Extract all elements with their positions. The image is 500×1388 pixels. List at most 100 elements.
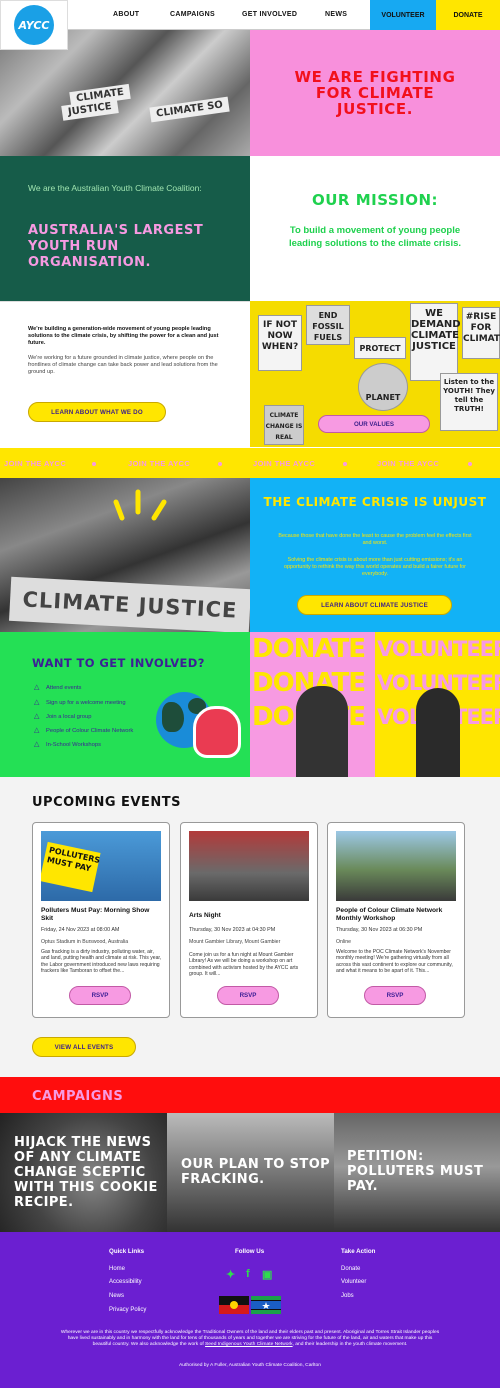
flame-bullet-icon: △ <box>34 741 40 748</box>
authorised-by: Authorised by A Fuller, Australian Youth… <box>179 1363 321 1368</box>
get-involved-item[interactable]: △ Sign up for a welcome meeting <box>34 699 126 706</box>
learn-what-we-do-button[interactable]: LEARN ABOUT WHAT WE DO <box>28 402 166 422</box>
climate-crisis-title: THE CLIMATE CRISIS IS UNJUST <box>263 495 487 509</box>
donate-button[interactable]: DONATE <box>436 0 500 30</box>
flame-bullet-icon: △ <box>34 727 40 734</box>
view-all-events-button[interactable]: VIEW ALL EVENTS <box>32 1037 136 1057</box>
campaign-title: OUR PLAN TO STOP FRACKING. <box>181 1157 331 1187</box>
ticker-item: JOIN THE AYCC <box>253 459 316 468</box>
protest-sign: Listen to the YOUTH! They tell the TRUTH… <box>440 373 498 431</box>
get-involved-item[interactable]: △ Join a local group <box>34 713 91 720</box>
learn-climate-justice-button[interactable]: LEARN ABOUT CLIMATE JUSTICE <box>297 595 452 615</box>
hero-banner-text: CLIMATE SO <box>149 96 230 123</box>
logo-link[interactable]: AYCC <box>0 0 68 50</box>
event-location: Online <box>336 939 351 945</box>
raised-fist-icon <box>193 706 241 758</box>
donate-volunteer-photo[interactable]: DONATE DONATE DONATE VOLUNTEER VOLUNTEER… <box>250 632 500 777</box>
nav-get-involved[interactable]: GET INVOLVED <box>242 11 297 18</box>
event-name: Arts Night <box>189 912 221 919</box>
volunteer-button[interactable]: VOLUNTEER <box>370 0 436 30</box>
intro-subtitle: We are the Australian Youth Climate Coal… <box>28 183 202 193</box>
climate-crisis-text-1: Because those that have done the least t… <box>278 533 472 546</box>
footer-link-donate[interactable]: Donate <box>341 1266 360 1272</box>
nav-about[interactable]: ABOUT <box>113 11 139 18</box>
nav-news[interactable]: NEWS <box>325 11 347 18</box>
get-involved-label: Sign up for a welcome meeting <box>46 699 126 706</box>
get-involved-item[interactable]: △ In-School Workshops <box>34 741 101 748</box>
take-action-title: Take Action <box>341 1248 376 1255</box>
page: ABOUT CAMPAIGNS GET INVOLVED NEWS VOLUNT… <box>0 0 500 1388</box>
intro-headline: AUSTRALIA'S LARGEST YOUTH RUN ORGANISATI… <box>28 223 204 270</box>
campaign-card[interactable]: OUR PLAN TO STOP FRACKING. <box>167 1113 334 1232</box>
get-involved-label: Attend events <box>46 684 82 691</box>
protest-sign: PLANET <box>358 363 408 411</box>
protest-sign: #RISE FOR CLIMATE <box>462 307 500 359</box>
get-involved-title: WANT TO GET INVOLVED? <box>32 656 205 670</box>
acknowledgement-of-country: Wherever we are in this country we respe… <box>58 1330 442 1348</box>
rsvp-button[interactable]: RSVP <box>69 986 131 1005</box>
event-date: Thursday, 30 Nov 2023 at 04:30 PM <box>189 927 276 933</box>
follow-us-title: Follow Us <box>235 1248 265 1255</box>
seed-network-link[interactable]: Seed Indigenous Youth Climate Network <box>205 1342 293 1347</box>
footer-link-volunteer[interactable]: Volunteer <box>341 1279 366 1285</box>
aycc-logo-icon: AYCC <box>14 5 54 45</box>
yellow-spark-icon <box>113 489 167 521</box>
event-sign: POLLUTERS MUST PAY <box>41 841 101 893</box>
ticker-item: JOIN THE AYCC <box>128 459 191 468</box>
ticker-item: JOIN THE AYCC <box>377 459 440 468</box>
instagram-icon[interactable]: ▣ <box>262 1268 272 1281</box>
get-involved-item[interactable]: △ Attend events <box>34 684 81 691</box>
protest-sign: CLIMATE CHANGE IS REAL <box>264 405 304 445</box>
campaign-card[interactable]: HIJACK THE NEWS OF ANY CLIMATE CHANGE SC… <box>0 1113 167 1232</box>
our-values-button[interactable]: OUR VALUES <box>318 415 430 433</box>
flame-bullet-icon: △ <box>34 699 40 706</box>
event-card[interactable]: People of Colour Climate Network Monthly… <box>327 822 465 1018</box>
twitter-icon[interactable]: ✦ <box>226 1268 235 1281</box>
protest-sign: END FOSSIL FUELS <box>306 305 350 345</box>
event-image <box>336 831 456 901</box>
footer-link-jobs[interactable]: Jobs <box>341 1293 354 1299</box>
facebook-icon[interactable]: f <box>246 1268 250 1280</box>
quick-links-title: Quick Links <box>109 1248 145 1255</box>
mission-text: To build a movement of young people lead… <box>288 225 462 249</box>
footer-link-privacy[interactable]: Privacy Policy <box>109 1307 146 1313</box>
event-description: Come join us for a fun night at Mount Ga… <box>189 952 299 978</box>
event-description: Welcome to the POC Climate Network's Nov… <box>336 949 453 975</box>
footer-link-news[interactable]: News <box>109 1293 124 1299</box>
event-description: Gas fracking is a dirty industry, pollut… <box>41 949 162 975</box>
ticker-item: JOIN THE AYCC <box>4 459 67 468</box>
hero-panel: WE ARE FIGHTING FOR CLIMATE JUSTICE. <box>250 30 500 156</box>
event-image: POLLUTERS MUST PAY <box>41 831 161 901</box>
event-date: Friday, 24 Nov 2023 at 08:00 AM <box>41 927 120 933</box>
building-bold-text: We're building a generation-wide movemen… <box>28 326 219 346</box>
footer-link-accessibility[interactable]: Accessibility <box>109 1279 142 1285</box>
event-image <box>189 831 309 901</box>
event-location: Optus Stadium in Burswood, Australia <box>41 939 129 945</box>
event-location: Mount Gambier Library, Mount Gambier <box>189 939 281 945</box>
campaign-card[interactable]: PETITION: POLLUTERS MUST PAY. <box>334 1113 500 1232</box>
ticker-dot-icon <box>343 462 347 466</box>
campaigns-title: CAMPAIGNS <box>32 1089 124 1104</box>
rsvp-button[interactable]: RSVP <box>364 986 426 1005</box>
rsvp-button[interactable]: RSVP <box>217 986 279 1005</box>
site-header: ABOUT CAMPAIGNS GET INVOLVED NEWS VOLUNT… <box>0 0 500 30</box>
flame-bullet-icon: △ <box>34 713 40 720</box>
get-involved-label: Join a local group <box>46 713 92 720</box>
protest-sign: PROTECT <box>354 337 406 359</box>
hero-title: WE ARE FIGHTING FOR CLIMATE JUSTICE. <box>294 68 456 118</box>
nav-campaigns[interactable]: CAMPAIGNS <box>170 11 215 18</box>
acknowledgement-text-end: , and their leadership in the youth clim… <box>292 1342 408 1347</box>
ticker-dot-icon <box>92 462 96 466</box>
campaign-title: HIJACK THE NEWS OF ANY CLIMATE CHANGE SC… <box>14 1135 158 1210</box>
event-card[interactable]: Arts Night Thursday, 30 Nov 2023 at 04:3… <box>180 822 318 1018</box>
campaign-title: PETITION: POLLUTERS MUST PAY. <box>347 1149 484 1194</box>
join-ticker[interactable]: JOIN THE AYCC JOIN THE AYCC JOIN THE AYC… <box>0 448 500 478</box>
get-involved-item[interactable]: △ People of Colour Climate Network <box>34 727 133 734</box>
protest-sign: IF NOT NOW WHEN? <box>258 315 302 371</box>
building-paragraph: We're working for a future grounded in c… <box>28 355 218 375</box>
event-card[interactable]: POLLUTERS MUST PAY Polluters Must Pay: M… <box>32 822 170 1018</box>
footer-link-home[interactable]: Home <box>109 1266 125 1272</box>
get-involved-label: People of Colour Climate Network <box>46 727 134 734</box>
event-name: Polluters Must Pay: Morning Show Skit <box>41 907 150 922</box>
torres-strait-flag-icon <box>251 1296 281 1314</box>
